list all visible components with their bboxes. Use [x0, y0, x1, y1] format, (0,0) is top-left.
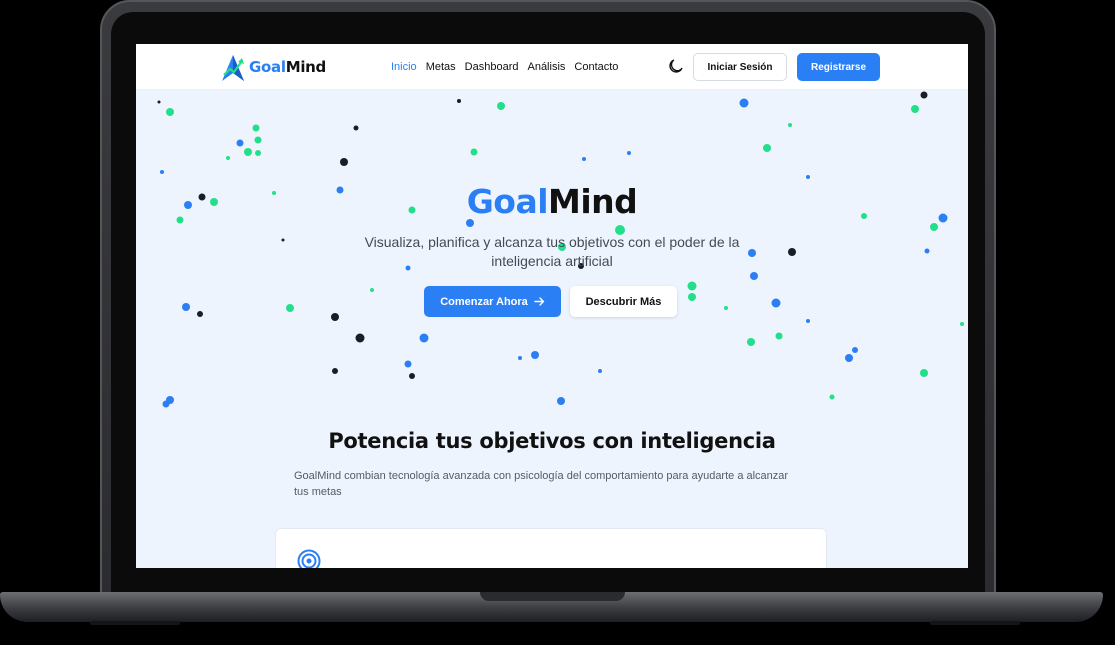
particle-dot — [930, 223, 938, 231]
particle-dot — [157, 100, 161, 104]
moon-icon[interactable] — [668, 58, 684, 74]
particle-dot — [531, 351, 539, 359]
laptop-foot-right — [930, 621, 1020, 625]
particle-dot — [236, 139, 244, 147]
nav-links: Inicio Metas Dashboard Análisis Contacto — [391, 61, 618, 73]
target-icon — [297, 549, 321, 568]
features-title: Potencia tus objetivos con inteligencia — [328, 429, 776, 453]
particle-dot — [806, 175, 810, 179]
particle-dot — [470, 148, 478, 156]
hero-subtitle: Visualiza, planifica y alcanza tus objet… — [364, 234, 740, 269]
particle-dot — [160, 170, 164, 174]
hero-title-mind: Mind — [548, 182, 638, 221]
nav-link-dashboard[interactable]: Dashboard — [465, 61, 519, 73]
register-button[interactable]: Registrarse — [797, 53, 880, 81]
particle-dot — [920, 91, 928, 99]
particle-dot — [788, 123, 792, 127]
particle-dot — [332, 368, 338, 374]
particle-dot — [771, 298, 781, 308]
brand-name[interactable]: GoalMind — [249, 58, 326, 76]
particle-dot — [688, 293, 696, 301]
particle-dot — [255, 150, 261, 156]
nav-link-analisis[interactable]: Análisis — [527, 61, 565, 73]
particle-dot — [598, 369, 602, 373]
particle-dot — [747, 338, 755, 346]
particle-dot — [687, 281, 697, 291]
nav-link-inicio[interactable]: Inicio — [391, 61, 417, 73]
nav-link-metas[interactable]: Metas — [426, 61, 456, 73]
arrow-right-icon — [534, 297, 544, 306]
particle-dot — [557, 397, 565, 405]
particle-dot — [829, 394, 835, 400]
particle-dot — [244, 148, 252, 156]
nav-link-contacto[interactable]: Contacto — [574, 61, 618, 73]
particle-dot — [497, 102, 505, 110]
navbar: GoalMind Inicio Metas Dashboard Análisis… — [136, 44, 968, 90]
discover-more-button[interactable]: Descubrir Más — [570, 286, 677, 317]
start-now-button[interactable]: Comenzar Ahora — [424, 286, 561, 317]
particle-dot — [739, 98, 749, 108]
particle-dot — [340, 158, 348, 166]
laptop-base-notch — [480, 592, 625, 601]
laptop-foot-left — [90, 621, 180, 625]
particle-dot — [920, 369, 928, 377]
features-subtitle: GoalMind combian tecnología avanzada con… — [294, 470, 789, 498]
hero-section: GoalMind Visualiza, planifica y alcanza … — [136, 90, 968, 568]
particle-dot — [166, 108, 174, 116]
particle-dot — [182, 303, 190, 311]
particle-dot — [806, 319, 810, 323]
particle-dot — [845, 354, 853, 362]
particle-dot — [911, 105, 919, 113]
particle-dot — [627, 151, 631, 155]
login-button[interactable]: Iniciar Sesión — [693, 53, 787, 81]
particle-dot — [518, 356, 522, 360]
particle-dot — [404, 360, 412, 368]
goalmind-logo-icon[interactable] — [220, 51, 246, 83]
hero-title-goal: Goal — [466, 182, 549, 221]
particle-dot — [252, 124, 260, 132]
particle-dot — [281, 238, 285, 242]
particle-dot — [960, 322, 964, 326]
start-now-label: Comenzar Ahora — [440, 295, 528, 308]
particle-dot — [788, 248, 796, 256]
particle-dot — [457, 99, 461, 103]
feature-card[interactable] — [275, 528, 827, 568]
particle-dot — [355, 333, 365, 343]
particle-dot — [763, 144, 771, 152]
particle-dot — [162, 400, 170, 408]
particle-dot — [353, 125, 359, 131]
particle-dot — [775, 332, 783, 340]
brand-part-goal: Goal — [249, 58, 286, 76]
particle-dot — [419, 333, 429, 343]
brand-part-mind: Mind — [285, 58, 327, 76]
particle-dot — [409, 373, 415, 379]
particle-dot — [582, 157, 586, 161]
particle-dot — [197, 311, 203, 317]
particle-dot — [924, 248, 930, 254]
particle-dot — [331, 313, 339, 321]
particle-dot — [370, 288, 374, 292]
laptop-screen: GoalMind Inicio Metas Dashboard Análisis… — [136, 44, 968, 568]
particle-dot — [286, 304, 294, 312]
particle-dot — [724, 306, 728, 310]
particle-dot — [750, 272, 758, 280]
particle-dot — [254, 136, 262, 144]
particle-dot — [226, 156, 230, 160]
particle-dot — [852, 347, 858, 353]
hero-title: GoalMind — [136, 182, 968, 221]
